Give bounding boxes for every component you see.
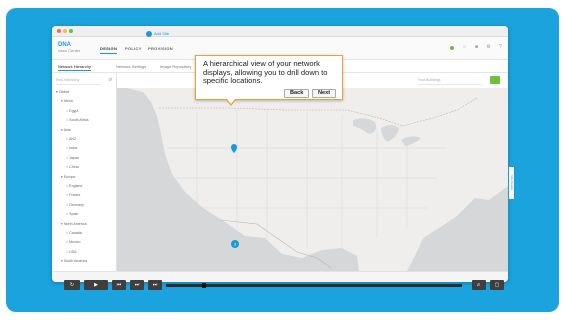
volume-icon[interactable]: ♬	[472, 280, 486, 290]
tree-item-label: Japan	[69, 155, 79, 160]
app-logo: DNA cisco Center	[58, 42, 80, 53]
progress-handle[interactable]	[202, 283, 207, 288]
help-icon[interactable]: ?	[498, 45, 503, 50]
tree-item[interactable]: ○ England	[66, 183, 82, 190]
tree-item[interactable]: ▾ North America	[61, 221, 87, 228]
tree-item-label: China	[69, 165, 79, 170]
tree-item[interactable]: ▾ South America	[61, 258, 87, 265]
tab-image-repository[interactable]: Image Repository	[160, 64, 191, 69]
tree-item-label: Mexico	[69, 240, 81, 245]
tree-item-label: France	[69, 193, 81, 198]
tree-item-label: Asia	[63, 127, 71, 132]
add-site-label: Add Site	[154, 31, 170, 37]
tree-item-label: Europe	[63, 174, 76, 179]
tree-item[interactable]: ○ USA	[66, 249, 77, 256]
map-view-toggle-button[interactable]	[490, 76, 500, 84]
tree-item-label: England	[69, 184, 83, 188]
tree-item[interactable]: ▾ Africa	[61, 98, 73, 105]
tree-item[interactable]: ○ Japan	[66, 155, 79, 162]
tree-item-label: South Africa	[69, 118, 89, 123]
tooltip-arrow-inner	[227, 99, 235, 104]
replay-icon[interactable]: ↻	[64, 280, 80, 290]
tree-item[interactable]: ○ Spain	[66, 211, 78, 218]
tree-item-label: Spain	[69, 212, 79, 217]
hierarchy-sidebar: Find Hierarchy ⚙ ▾ Global ▾ Africa ○ Egypt…	[52, 73, 117, 271]
tree-item[interactable]: ○ Mexico	[66, 239, 81, 246]
tree-item[interactable]: ○ ANZ	[66, 136, 76, 143]
tree-item[interactable]: ▾ Global	[56, 89, 69, 96]
search-icon[interactable]: ○	[462, 45, 467, 50]
site-details-handle[interactable]: Site Details	[508, 166, 515, 200]
tree-item-label: North America	[63, 221, 87, 226]
maximize-dot-icon[interactable]	[69, 29, 73, 33]
tree-item[interactable]: ○ Egypt	[66, 108, 78, 115]
skip-forward-icon[interactable]: ⏭	[130, 280, 144, 290]
back-button[interactable]: Back	[284, 89, 310, 98]
logo-subtitle: cisco Center	[58, 48, 81, 53]
tree-item[interactable]: ▾ Asia	[61, 127, 71, 134]
tree-item-label: Global	[58, 90, 70, 94]
fullscreen-icon[interactable]: ▢	[490, 280, 504, 290]
skip-back-icon[interactable]: ⏮	[112, 280, 126, 290]
tree-item-label: Canada	[69, 231, 82, 235]
tree-item[interactable]: ○ China	[66, 164, 79, 171]
tab-network-hierarchy[interactable]: Network Hierarchy	[58, 64, 91, 71]
tree-item[interactable]: ○ South Africa	[66, 117, 89, 124]
progress-fill	[166, 284, 205, 287]
site-map[interactable]: 3	[117, 88, 508, 271]
close-dot-icon[interactable]	[57, 29, 61, 33]
hierarchy-search-input[interactable]: Find Hierarchy	[56, 78, 100, 85]
next-button[interactable]: Next	[312, 89, 337, 98]
tree-item[interactable]: ○ Germany	[66, 202, 84, 209]
tooltip-text: A hierarchical view of your network disp…	[203, 59, 328, 86]
video-player-controls: ↻ ▶ ⏮ ⏭ ⏭ ♬ ▢	[54, 276, 510, 294]
apps-icon[interactable]: ■	[474, 45, 479, 50]
tree-item-label: Africa	[63, 99, 73, 104]
tree-item[interactable]: ○ France	[66, 192, 80, 199]
tree-item-label: Germany	[69, 202, 84, 207]
tree-item[interactable]: ▾ Europe	[61, 174, 75, 181]
play-icon[interactable]: ▶	[84, 280, 108, 290]
progress-track[interactable]	[166, 283, 462, 288]
nav-tab-provision[interactable]: PROVISION	[148, 46, 173, 51]
status-indicator-icon	[450, 46, 454, 50]
tree-item-label: Egypt	[69, 108, 79, 113]
nav-tab-design[interactable]: DESIGN	[100, 46, 118, 54]
tab-network-settings[interactable]: Network Settings	[116, 64, 146, 69]
building-search-input[interactable]: Find Buildings	[418, 78, 482, 85]
settings-icon[interactable]: ⚙	[486, 45, 491, 50]
add-site-button[interactable]: Add Site	[146, 31, 169, 37]
us-map-svg[interactable]: 3	[117, 88, 508, 271]
tree-item-label: ANZ	[68, 137, 77, 141]
tree-item[interactable]: ○ India	[66, 145, 77, 152]
end-icon[interactable]: ⏭	[148, 280, 162, 290]
walkthrough-tooltip: A hierarchical view of your network disp…	[195, 55, 343, 106]
tree-item-label: India	[69, 146, 77, 151]
tree-item[interactable]: ○ Canada	[66, 230, 82, 237]
tree-item-label: South America	[63, 259, 88, 264]
window-chrome	[52, 26, 508, 37]
plus-icon	[146, 31, 152, 37]
nav-tab-policy[interactable]: POLICY	[125, 46, 142, 51]
tree-item-label: USA	[69, 249, 77, 254]
gear-icon[interactable]: ⚙	[108, 77, 112, 83]
minimize-dot-icon[interactable]	[63, 29, 67, 33]
